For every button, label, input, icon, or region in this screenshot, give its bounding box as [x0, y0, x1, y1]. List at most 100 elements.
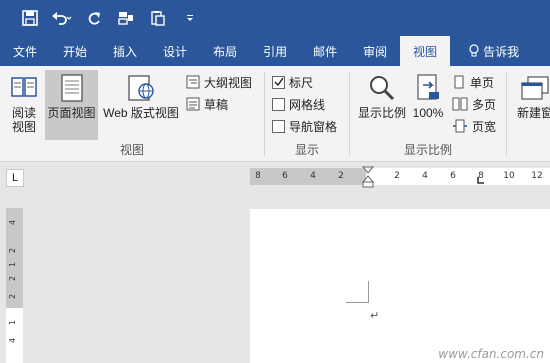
tab-file[interactable]: 文件 [0, 36, 50, 66]
group-show: 标尺 网格线 导航窗格 显示 [265, 66, 349, 162]
ruler-tick: 12 [531, 171, 543, 181]
ruler-check-icon [272, 75, 285, 89]
zoom-100-label: 100% [412, 106, 444, 120]
ruler-tick: 2 [8, 247, 18, 254]
page-width-button[interactable]: 页宽 [452, 116, 496, 136]
outline-button[interactable]: 大纲视图 [186, 72, 252, 92]
print-layout-icon [59, 70, 85, 106]
margin-corner-mark [346, 281, 369, 303]
new-window-icon [520, 70, 550, 106]
ruler-tick: 6 [450, 171, 456, 181]
print-layout-button[interactable]: 页面视图 [45, 70, 98, 140]
tab-design[interactable]: 设计 [150, 36, 200, 66]
tab-references[interactable]: 引用 [250, 36, 300, 66]
ruler-tick: 2 [8, 293, 18, 300]
zoom-group-label: 显示比例 [403, 143, 452, 157]
ruler-tick: 2 [338, 171, 344, 181]
tab-review[interactable]: 审阅 [350, 36, 400, 66]
one-page-button[interactable]: 单页 [452, 72, 494, 92]
tab-label: 文件 [13, 44, 38, 59]
ruler-tick: 6 [282, 171, 288, 181]
ruler-tick: 1 [8, 319, 18, 326]
ruler-tick: 2 [8, 275, 18, 282]
tab-stop-selector[interactable]: L [6, 169, 24, 187]
ruler-label: 标尺 [289, 75, 314, 90]
read-mode-icon [10, 70, 38, 106]
multi-page-icon [452, 97, 468, 111]
ruler-checkbox[interactable]: 标尺 [272, 72, 313, 92]
one-page-label: 单页 [470, 75, 495, 90]
quick-access-toolbar [0, 0, 550, 36]
layout-icon[interactable] [110, 0, 142, 36]
ruler-tick: 4 [422, 171, 428, 181]
zoom-100-button[interactable]: 100% [410, 70, 446, 120]
nav-pane-check-icon [272, 119, 285, 133]
group-zoom: 显示比例 100% 单页 多页 页宽 显示比例 [350, 66, 506, 162]
zoom-100-icon [415, 70, 441, 106]
magnifier-icon [367, 70, 397, 106]
undo-icon[interactable] [46, 0, 78, 36]
tab-home[interactable]: 开始 [50, 36, 100, 66]
document-page[interactable]: ↵ [250, 209, 550, 363]
tab-label: 引用 [263, 44, 288, 59]
document-area: 4 2 1 2 2 1 4 ↵ www.cfan.com.cn [0, 192, 550, 363]
draft-icon [186, 97, 200, 111]
tab-label: 审阅 [363, 44, 388, 59]
save-icon[interactable] [14, 0, 46, 36]
group-window: 新建窗 [507, 66, 550, 162]
vertical-ruler[interactable]: 4 2 1 2 2 1 4 [6, 208, 23, 363]
redo-icon[interactable] [78, 0, 110, 36]
page-width-label: 页宽 [472, 119, 497, 134]
outline-icon [186, 75, 200, 89]
draft-button[interactable]: 草稿 [186, 94, 228, 114]
ruler-tick: 4 [8, 337, 18, 344]
indent-marker-icon[interactable] [362, 166, 374, 188]
lightbulb-icon [469, 44, 479, 57]
multi-page-button[interactable]: 多页 [452, 94, 496, 114]
horizontal-ruler[interactable]: 8 6 4 2 2 4 6 8 10 12 [250, 166, 550, 188]
tab-layout[interactable]: 布局 [200, 36, 250, 66]
tell-me-search[interactable]: 告诉我 [456, 36, 532, 66]
new-window-button[interactable]: 新建窗 [511, 70, 550, 120]
read-mode-label-2: 视图 [11, 120, 36, 134]
read-mode-button[interactable]: 阅读 视图 [6, 70, 42, 134]
nav-pane-checkbox[interactable]: 导航窗格 [272, 116, 337, 136]
draft-label: 草稿 [204, 97, 229, 112]
web-layout-icon [126, 70, 156, 106]
tab-label: 设计 [163, 44, 188, 59]
tell-me-label: 告诉我 [483, 44, 520, 59]
one-page-icon [454, 75, 464, 89]
web-layout-label: Web 版式视图 [103, 106, 179, 120]
ribbon-tabs: 文件 开始 插入 设计 布局 引用 邮件 审阅 视图 告诉我 [0, 36, 550, 66]
outline-label: 大纲视图 [204, 75, 253, 90]
multi-page-label: 多页 [472, 97, 497, 112]
ruler-left-margin [250, 168, 366, 185]
ribbon-panel: 阅读 视图 页面视图 Web 版式视图 大纲视图 草稿 视图 标尺 网格线 导航… [0, 66, 550, 162]
tab-view[interactable]: 视图 [400, 36, 451, 66]
zoom-label: 显示比例 [357, 106, 406, 120]
tab-mailings[interactable]: 邮件 [300, 36, 350, 66]
tab-label: 视图 [413, 44, 438, 59]
ruler-tick: 10 [503, 171, 515, 181]
paste-icon[interactable] [142, 0, 174, 36]
views-group-label: 视图 [119, 143, 144, 157]
ruler-tick: 4 [8, 219, 18, 226]
show-group-label: 显示 [294, 143, 319, 157]
page-width-icon [453, 119, 467, 133]
dropdown-icon[interactable] [174, 0, 206, 36]
ruler-tick: 1 [8, 261, 18, 268]
gridlines-checkbox[interactable]: 网格线 [272, 94, 325, 114]
watermark: www.cfan.com.cn [438, 347, 544, 361]
new-window-label: 新建窗 [516, 106, 550, 120]
ruler-row: L 8 6 4 2 2 4 6 8 10 12 [0, 162, 550, 192]
tab-label: 插入 [113, 44, 138, 59]
zoom-button[interactable]: 显示比例 [354, 70, 410, 120]
tab-insert[interactable]: 插入 [100, 36, 150, 66]
print-layout-label: 页面视图 [47, 106, 96, 120]
ruler-tick: 2 [394, 171, 400, 181]
tab-label: 邮件 [313, 44, 338, 59]
gridlines-label: 网格线 [289, 97, 326, 112]
web-layout-button[interactable]: Web 版式视图 [100, 70, 182, 120]
tab-stop-marker-icon[interactable] [476, 177, 484, 185]
paragraph-mark: ↵ [370, 310, 380, 322]
